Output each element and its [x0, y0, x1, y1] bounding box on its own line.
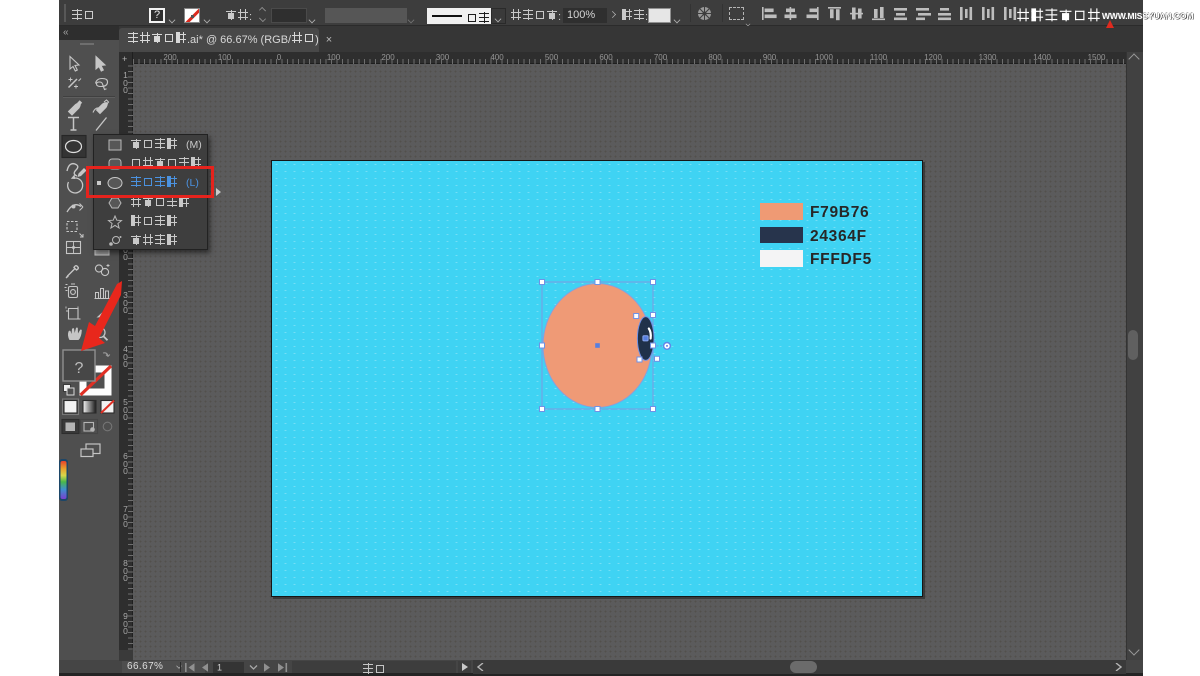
svg-text:1: 1: [217, 663, 222, 673]
svg-text:?: ?: [75, 360, 84, 377]
